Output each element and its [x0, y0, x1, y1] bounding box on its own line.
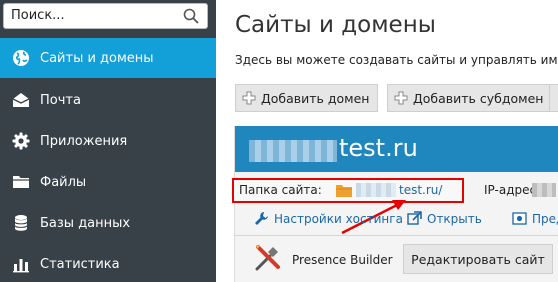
- folder-icon: [336, 185, 352, 197]
- sidebar: Поиск... Сайты и домены Почта Приложения…: [0, 0, 216, 282]
- add-domain-button[interactable]: Добавить домен: [235, 84, 379, 112]
- preview-label: Пред: [532, 211, 558, 226]
- sidebar-item-statistics[interactable]: Статистика: [0, 244, 216, 282]
- site-folder-link[interactable]: test.ru/: [399, 183, 442, 197]
- divider: [234, 235, 558, 236]
- gear-icon: [12, 132, 30, 150]
- add-subdomain-button[interactable]: Добавить субдомен: [387, 84, 553, 112]
- sidebar-item-label: Файлы: [40, 174, 87, 190]
- redacted-ip-address: [532, 183, 556, 197]
- preview-icon: [512, 212, 527, 225]
- sidebar-item-label: Статистика: [40, 256, 120, 272]
- search-icon[interactable]: [183, 8, 199, 24]
- preview-link[interactable]: Пред: [512, 211, 558, 226]
- folder-icon: [13, 176, 29, 188]
- sidebar-item-label: Приложения: [40, 133, 128, 149]
- page-title: Сайты и домены: [235, 12, 436, 38]
- add-domain-label: Добавить домен: [261, 90, 370, 106]
- site-folder-highlight: Папка сайта: test.ru/: [232, 178, 464, 203]
- chart-icon: [13, 259, 29, 273]
- open-site-link[interactable]: Открыть: [407, 211, 482, 226]
- redacted-domain-prefix: [249, 140, 337, 162]
- open-external-icon: [407, 211, 422, 225]
- edit-site-button[interactable]: Редактировать сайт: [403, 244, 553, 274]
- sidebar-item-mail[interactable]: Почта: [0, 80, 216, 120]
- presence-builder-icon: [255, 245, 280, 271]
- plus-icon: [242, 91, 256, 105]
- sidebar-item-sites-domains[interactable]: Сайты и домены: [0, 38, 216, 78]
- domain-name[interactable]: test.ru: [339, 134, 418, 162]
- hosting-settings-link[interactable]: Настройки хостинга: [254, 211, 403, 226]
- domain-header: test.ru: [235, 126, 558, 172]
- search-box[interactable]: Поиск...: [3, 3, 208, 29]
- wrench-icon: [255, 212, 268, 225]
- sidebar-item-label: Почта: [40, 92, 81, 108]
- sidebar-item-applications[interactable]: Приложения: [0, 121, 216, 161]
- hosting-settings-label: Настройки хостинга: [274, 211, 403, 226]
- site-folder-label: Папка сайта:: [239, 183, 322, 197]
- plus-icon: [394, 91, 408, 105]
- database-icon: [14, 215, 28, 231]
- open-site-label: Открыть: [427, 211, 482, 226]
- more-actions-button[interactable]: [549, 84, 558, 112]
- sidebar-item-files[interactable]: Файлы: [0, 162, 216, 202]
- redacted-folder-prefix: [356, 183, 396, 197]
- add-subdomain-label: Добавить субдомен: [413, 90, 544, 106]
- edit-site-label: Редактировать сайт: [411, 251, 545, 267]
- page-description: Здесь вы можете создавать сайты и управл…: [235, 53, 558, 67]
- mail-icon: [12, 93, 30, 107]
- main-content: Сайты и домены Здесь вы можете создавать…: [216, 0, 558, 282]
- globe-icon: [13, 50, 29, 66]
- sidebar-item-label: Базы данных: [40, 215, 131, 231]
- sidebar-item-label: Сайты и домены: [40, 50, 154, 66]
- search-input[interactable]: Поиск...: [11, 8, 65, 23]
- sidebar-item-databases[interactable]: Базы данных: [0, 203, 216, 243]
- presence-builder-label: Presence Builder: [292, 253, 393, 267]
